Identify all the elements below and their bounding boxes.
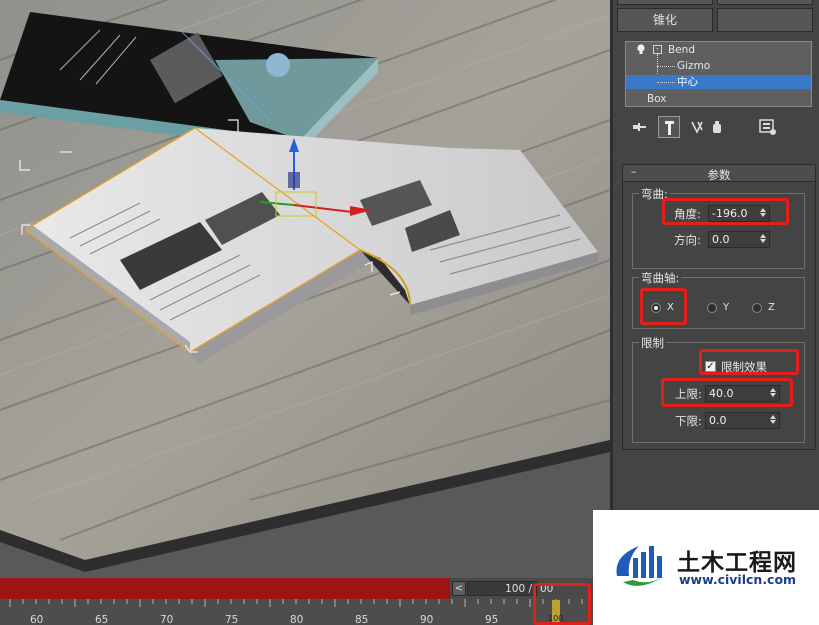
lightbulb-icon[interactable] bbox=[636, 44, 646, 55]
highlight-box bbox=[640, 288, 687, 325]
stack-item-label: Box bbox=[647, 93, 667, 105]
bend-axis-group: 弯曲轴: X Y Z bbox=[632, 270, 805, 329]
stack-item-center[interactable]: 中心 bbox=[626, 75, 811, 89]
stack-item-gizmo[interactable]: Gizmo bbox=[626, 59, 811, 73]
highlight-box bbox=[533, 583, 591, 625]
tick-label: 80 bbox=[290, 614, 304, 625]
current-frame-text: 100 / bbox=[505, 583, 532, 595]
watermark: 土木工程网 www.civilcn.com bbox=[593, 510, 819, 625]
lower-limit-label: 下限: bbox=[675, 414, 702, 428]
highlight-box bbox=[662, 198, 789, 225]
tick-label: 75 bbox=[225, 614, 239, 625]
group-title: 弯曲轴: bbox=[639, 270, 682, 286]
top-button-strip-left[interactable] bbox=[617, 0, 713, 5]
lower-limit-spinner[interactable]: 0.0 bbox=[705, 412, 780, 429]
axis-y-label: Y bbox=[723, 302, 730, 313]
configure-modifier-sets-icon[interactable] bbox=[757, 116, 779, 138]
tick-label: 85 bbox=[355, 614, 369, 625]
stack-item-label: Bend bbox=[668, 44, 695, 56]
tick-label: 60 bbox=[30, 614, 44, 625]
axis-y-radio[interactable] bbox=[707, 303, 717, 313]
stack-item-bend[interactable]: - Bend bbox=[626, 43, 811, 57]
tick-label: 70 bbox=[160, 614, 174, 625]
direction-spinner[interactable]: 0.0 bbox=[708, 231, 770, 248]
lower-limit-value: 0.0 bbox=[709, 414, 727, 427]
viewport-scene bbox=[0, 0, 610, 578]
top-button-strip-right[interactable] bbox=[717, 0, 813, 5]
stack-item-label: 中心 bbox=[677, 76, 698, 88]
spinner-arrows-icon[interactable] bbox=[758, 233, 768, 246]
collapse-toggle-icon[interactable]: - bbox=[653, 45, 662, 54]
rollout-header[interactable]: – 参数 bbox=[623, 165, 815, 182]
stack-item-label: Gizmo bbox=[677, 60, 711, 72]
command-panel: 锥化 - Bend Gizmo 中心 Box – 参数 弯曲: 角度: -196… bbox=[613, 0, 819, 578]
stack-toolbar bbox=[629, 116, 809, 138]
watermark-logo-icon bbox=[616, 546, 665, 586]
direction-value: 0.0 bbox=[712, 233, 730, 246]
direction-label: 方向: bbox=[674, 233, 701, 247]
rollout-title: 参数 bbox=[707, 168, 731, 182]
previous-frame-button[interactable]: < bbox=[452, 581, 466, 596]
highlight-box bbox=[699, 349, 799, 375]
group-title: 限制 bbox=[639, 335, 666, 351]
remove-modifier-icon[interactable] bbox=[707, 116, 729, 138]
modifier-stack[interactable]: - Bend Gizmo 中心 Box bbox=[625, 41, 812, 107]
perspective-viewport[interactable] bbox=[0, 0, 610, 578]
highlight-box bbox=[661, 378, 793, 407]
spinner-arrows-icon[interactable] bbox=[768, 414, 778, 427]
tree-line bbox=[657, 82, 675, 83]
show-end-result-icon[interactable] bbox=[658, 116, 680, 138]
bend-group: 弯曲: 角度: -196.0 方向: 0.0 bbox=[632, 186, 805, 269]
tick-label: 90 bbox=[420, 614, 434, 625]
timeline-ruler[interactable]: 60 65 70 75 80 85 90 95 bbox=[0, 599, 600, 625]
axis-z-radio[interactable] bbox=[752, 303, 762, 313]
time-slider-track[interactable] bbox=[0, 578, 450, 599]
parameters-rollout: – 参数 弯曲: 角度: -196.0 方向: 0.0 弯曲轴: X Y Z 限… bbox=[622, 164, 816, 450]
watermark-url: www.civilcn.com bbox=[679, 572, 797, 587]
axis-z-label: Z bbox=[768, 302, 775, 313]
tick-label: 65 bbox=[95, 614, 109, 625]
stack-item-box[interactable]: Box bbox=[626, 92, 811, 106]
tick-label: 95 bbox=[485, 614, 499, 625]
limits-group: 限制 ✓ 限制效果 上限: 40.0 下限: 0.0 bbox=[632, 335, 805, 443]
collapse-button[interactable]: 锥化 bbox=[617, 8, 713, 32]
blank-button[interactable] bbox=[717, 8, 813, 32]
pin-stack-icon[interactable] bbox=[629, 116, 651, 138]
